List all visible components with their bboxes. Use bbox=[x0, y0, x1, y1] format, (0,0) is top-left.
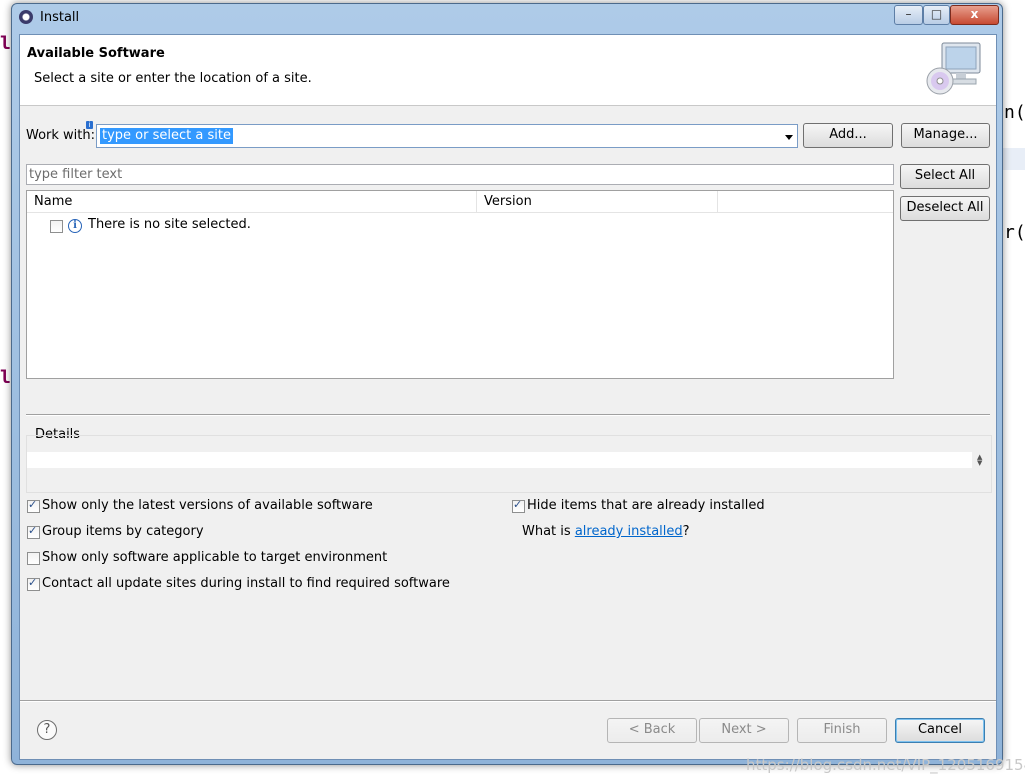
row-checkbox[interactable] bbox=[50, 220, 63, 233]
details-text[interactable] bbox=[27, 452, 972, 468]
group-by-category-label: Group items by category bbox=[42, 524, 204, 539]
close-button[interactable]: x bbox=[950, 5, 999, 25]
maximize-button[interactable]: □ bbox=[923, 5, 950, 25]
divider bbox=[26, 414, 990, 416]
latest-versions-label: Show only the latest versions of availab… bbox=[42, 498, 373, 513]
background-code-fragment: r( bbox=[1004, 222, 1025, 243]
dialog-client-area: Available Software Select a site or ente… bbox=[19, 34, 997, 760]
contact-sites-checkbox[interactable] bbox=[27, 576, 40, 591]
work-with-combo[interactable]: type or select a site bbox=[96, 124, 798, 148]
work-with-value: type or select a site bbox=[100, 128, 233, 144]
row-name: There is no site selected. bbox=[88, 217, 251, 232]
latest-versions-checkbox[interactable] bbox=[27, 498, 40, 513]
software-table[interactable]: Name Version i There is no site selected… bbox=[26, 190, 894, 379]
page-title: Available Software bbox=[27, 46, 165, 61]
already-installed-link[interactable]: already installed bbox=[575, 524, 683, 539]
scroll-arrows-icon[interactable]: ▲ ▼ bbox=[977, 454, 985, 467]
background-code-fragment: n( bbox=[1004, 102, 1025, 123]
install-dialog: Install – □ x Available Software Select … bbox=[11, 3, 1003, 765]
details-pane: ▲ ▼ bbox=[26, 435, 992, 493]
target-environment-checkbox[interactable] bbox=[27, 552, 40, 565]
help-icon[interactable]: ? bbox=[37, 720, 57, 740]
background-code-fragment: l bbox=[0, 367, 11, 388]
footer-divider bbox=[20, 700, 996, 702]
content-assist-icon: i bbox=[86, 121, 93, 129]
page-description: Select a site or enter the location of a… bbox=[34, 71, 312, 86]
info-icon: i bbox=[68, 219, 82, 233]
back-button[interactable]: < Back bbox=[607, 718, 697, 743]
background-code-fragment: l bbox=[0, 33, 11, 54]
what-is-suffix: ? bbox=[682, 524, 690, 539]
filter-placeholder: type filter text bbox=[29, 167, 123, 182]
minimize-icon: – bbox=[905, 7, 912, 21]
table-header: Name Version bbox=[27, 191, 893, 213]
cancel-button[interactable]: Cancel bbox=[895, 718, 985, 743]
work-with-label: Work with: bbox=[26, 128, 96, 143]
contact-sites-label: Contact all update sites during install … bbox=[42, 576, 450, 591]
select-all-button[interactable]: Select All bbox=[900, 164, 990, 189]
what-is-installed: What is already installed? bbox=[522, 524, 690, 539]
deselect-all-button[interactable]: Deselect All bbox=[900, 196, 990, 221]
install-wizard-icon bbox=[926, 42, 981, 95]
column-version[interactable]: Version bbox=[477, 191, 718, 212]
window-title: Install bbox=[40, 10, 80, 25]
next-button[interactable]: Next > bbox=[699, 718, 789, 743]
finish-button[interactable]: Finish bbox=[797, 718, 887, 743]
column-name[interactable]: Name bbox=[27, 191, 477, 212]
close-icon: x bbox=[970, 7, 979, 21]
eclipse-icon bbox=[19, 10, 33, 24]
wizard-header: Available Software Select a site or ente… bbox=[20, 35, 996, 106]
table-row[interactable]: i There is no site selected. bbox=[27, 215, 893, 235]
filter-input[interactable]: type filter text bbox=[26, 164, 894, 185]
watermark-text: https://blog.csdn.net/VIP_1205169154 bbox=[746, 756, 1025, 774]
maximize-icon: □ bbox=[930, 7, 943, 21]
hide-installed-checkbox[interactable] bbox=[512, 498, 525, 513]
target-environment-label: Show only software applicable to target … bbox=[42, 550, 388, 565]
group-by-category-checkbox[interactable] bbox=[27, 524, 40, 539]
title-bar[interactable]: Install – □ x bbox=[12, 4, 1002, 32]
chevron-down-icon[interactable] bbox=[785, 135, 793, 140]
manage-button[interactable]: Manage... bbox=[901, 123, 990, 148]
minimize-button[interactable]: – bbox=[894, 5, 923, 25]
hide-installed-label: Hide items that are already installed bbox=[527, 498, 765, 513]
add-button[interactable]: Add... bbox=[803, 123, 893, 148]
what-is-prefix: What is bbox=[522, 524, 575, 539]
